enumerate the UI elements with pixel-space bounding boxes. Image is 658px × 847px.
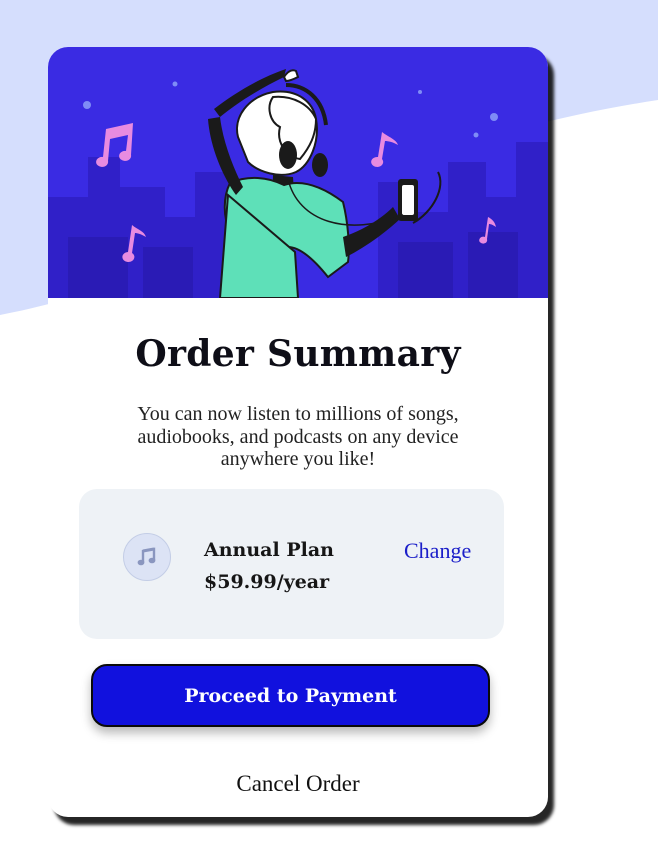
proceed-to-payment-button[interactable]: Proceed to Payment (91, 664, 490, 727)
plan-price: $59.99/year (204, 571, 330, 593)
order-description: You can now listen to millions of songs,… (137, 403, 459, 470)
music-note-icon (123, 533, 171, 581)
cancel-order-button[interactable]: Cancel Order (48, 771, 548, 797)
page-title: Order Summary (135, 333, 461, 375)
plan-name: Annual Plan (204, 539, 334, 561)
order-summary-card: Order Summary You can now listen to mill… (48, 47, 548, 817)
hero-illustration (48, 47, 548, 298)
change-plan-link[interactable]: Change (404, 538, 471, 564)
plan-summary: Annual Plan $59.99/year Change (79, 489, 504, 639)
